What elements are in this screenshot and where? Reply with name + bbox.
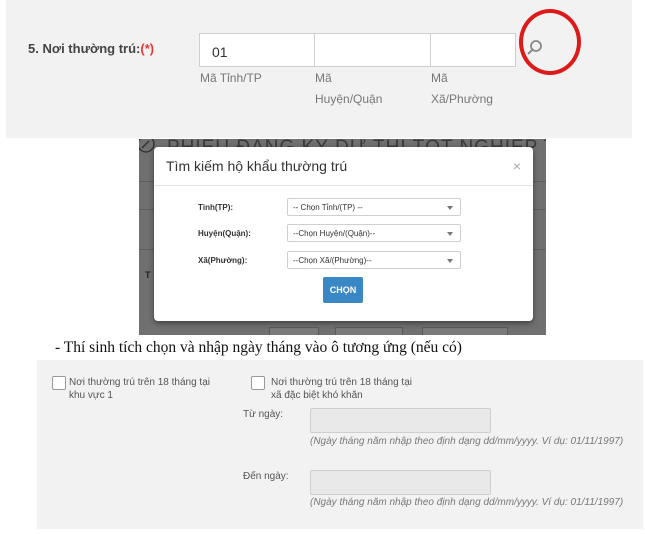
background-field (422, 327, 508, 335)
residence-panel: Nơi thường trú trên 18 tháng tại khu vực… (37, 360, 643, 529)
date-format-hint: (Ngày tháng năm nhập theo định dạng dd/m… (310, 497, 624, 508)
province-code-label: Mã Tỉnh/TP (200, 71, 262, 85)
background-field (335, 327, 403, 335)
province-select[interactable]: -- Chọn Tỉnh/(TP) -- (287, 198, 461, 216)
modal-title: Tìm kiếm hộ khẩu thường trú (166, 158, 348, 174)
modal-divider (154, 185, 533, 186)
instruction-text: - Thí sinh tích chọn và nhập ngày tháng … (55, 339, 462, 356)
chevron-down-icon (447, 206, 453, 210)
highlight-circle (519, 9, 581, 75)
province-code-input[interactable]: 01 (199, 33, 315, 67)
area1-checkbox[interactable] (52, 376, 66, 390)
ward-field-label: Xã(Phường): (198, 256, 248, 265)
ward-select[interactable]: --Chọn Xã/(Phường)-- (287, 251, 461, 269)
district-code-input[interactable] (314, 33, 431, 67)
ward-code-label: Mã Xã/Phường (431, 71, 493, 106)
from-date-input[interactable] (310, 408, 491, 433)
modal-screenshot: PHIẾU ĐĂNG KÝ DỰ THI TỐT NGHIỆP THPT T T… (139, 139, 546, 335)
background-text: T (145, 270, 151, 280)
area1-label: Nơi thường trú trên 18 tháng tại khu vực… (69, 377, 210, 401)
ward-code-input[interactable] (430, 33, 516, 67)
difficult-area-label: Nơi thường trú trên 18 tháng tại xã đặc … (271, 377, 412, 401)
from-date-label: Từ ngày: (243, 409, 284, 420)
choose-button[interactable]: CHỌN (323, 277, 363, 303)
address-panel: 5. Nơi thường trú:(*) 01 Mã Tỉnh/TP Mã H… (6, 0, 632, 138)
district-field-label: Huyện(Quận): (198, 229, 251, 238)
district-select[interactable]: --Chọn Huyện/(Quận)-- (287, 224, 461, 242)
address-label: 5. Nơi thường trú:(*) (28, 41, 155, 56)
province-field-label: Tỉnh(TP): (198, 203, 234, 212)
date-format-hint: (Ngày tháng năm nhập theo định dạng dd/m… (310, 436, 624, 447)
difficult-area-checkbox[interactable] (251, 376, 265, 390)
chevron-down-icon (447, 232, 453, 236)
district-code-label: Mã Huyện/Quận (315, 71, 383, 106)
search-household-modal: Tìm kiếm hộ khẩu thường trú × Tỉnh(TP): … (154, 147, 533, 321)
required-mark: (*) (140, 41, 155, 56)
background-field (269, 327, 319, 335)
close-icon[interactable]: × (513, 158, 521, 174)
chevron-down-icon (447, 259, 453, 263)
to-date-label: Đến ngày: (243, 471, 289, 482)
to-date-input[interactable] (310, 470, 491, 495)
